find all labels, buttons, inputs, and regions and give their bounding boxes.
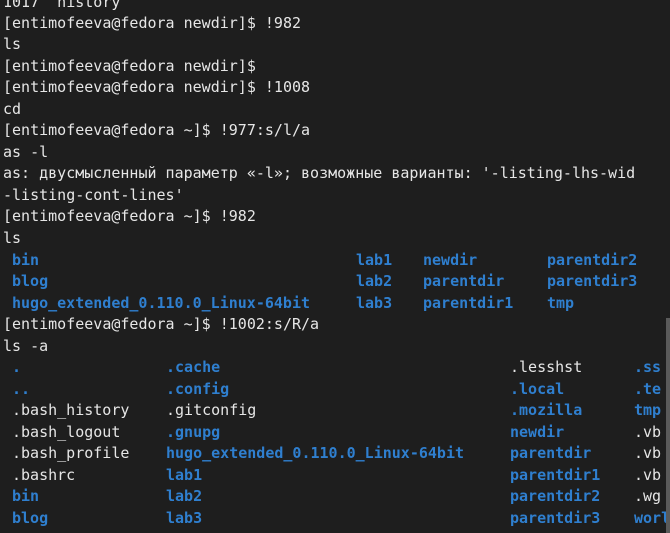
ls-a-entry: parentdir1 <box>510 466 601 484</box>
output-line: ls <box>3 229 22 247</box>
prompt-line: [entimofeeva@fedora newdir]$ !982 <box>3 13 301 34</box>
command: !977:s/l/a <box>219 121 311 139</box>
output-line: ls <box>3 35 22 53</box>
command: !982 <box>264 14 302 32</box>
ls-a-entry: newdir <box>510 423 565 441</box>
prompt: [entimofeeva@fedora newdir]$ <box>3 57 265 75</box>
ls-a-entry: .lesshst <box>510 358 583 376</box>
ls-entry: hugo_extended_0.110.0_Linux-64bit <box>12 294 311 312</box>
prompt: [entimofeeva@fedora ~]$ <box>3 315 220 333</box>
ls-a-entry: worl <box>634 509 670 527</box>
ls-a-entry: .mozilla <box>510 401 583 419</box>
prompt-line: [entimofeeva@fedora newdir]$ <box>3 56 265 77</box>
ls-a-entry: lab3 <box>166 509 203 527</box>
ls-entry: parentdir2 <box>547 251 638 269</box>
output-line: cd <box>3 100 22 118</box>
ls-entry: tmp <box>547 294 575 312</box>
ls-a-entry: .wg <box>634 487 662 505</box>
ls-entry: newdir <box>423 251 478 269</box>
ls-a-entry: .local <box>510 380 565 398</box>
ls-a-entry: .config <box>166 380 230 398</box>
prompt-line: [entimofeeva@fedora ~]$ !977:s/l/a <box>3 120 310 141</box>
ls-a-entry: .vb <box>634 423 662 441</box>
error-line: as: двусмысленный параметр «-l»; возможн… <box>3 164 636 182</box>
ls-a-entry: parentdir2 <box>510 487 601 505</box>
ls-entry: lab2 <box>356 272 393 290</box>
ls-entry: lab1 <box>356 251 393 269</box>
ls-entry: parentdir3 <box>547 272 638 290</box>
prompt-line: [entimofeeva@fedora newdir]$ !1008 <box>3 77 310 98</box>
ls-entry: parentdir1 <box>423 294 514 312</box>
scrollbar[interactable] <box>666 318 670 533</box>
ls-a-entry: .bashrc <box>12 466 76 484</box>
command: !1002:s/R/a <box>219 315 320 333</box>
prompt-line: [entimofeeva@fedora ~]$ !1002:s/R/a <box>3 314 319 335</box>
ls-a-entry: lab1 <box>166 466 203 484</box>
ls-a-entry: .bash_history <box>12 401 130 419</box>
output-line: as -l <box>3 143 49 161</box>
ls-a-entry: .te <box>634 380 662 398</box>
ls-entry: lab3 <box>356 294 393 312</box>
ls-entry: bin <box>12 251 40 269</box>
ls-a-entry: .vb <box>634 444 662 462</box>
prompt: [entimofeeva@fedora ~]$ <box>3 207 220 225</box>
terminal-window[interactable]: 1017 history [entimofeeva@fedora newdir]… <box>0 0 670 533</box>
ls-a-entry: blog <box>12 509 49 527</box>
error-line: -listing-cont-lines' <box>3 186 184 204</box>
command: !982 <box>219 207 256 225</box>
prompt: [entimofeeva@fedora newdir]$ <box>3 78 265 96</box>
ls-a-entry: .gitconfig <box>166 401 257 419</box>
ls-a-entry: parentdir3 <box>510 509 601 527</box>
ls-a-entry: .gnupg <box>166 423 221 441</box>
command: !1008 <box>264 78 311 96</box>
ls-a-entry: .bash_logout <box>12 423 121 441</box>
prompt-line: [entimofeeva@fedora ~]$ !982 <box>3 206 256 227</box>
ls-a-entry: . <box>12 358 22 376</box>
ls-a-entry: .bash_profile <box>12 444 130 462</box>
prompt: [entimofeeva@fedora ~]$ <box>3 121 220 139</box>
ls-a-entry: bin <box>12 487 40 505</box>
ls-a-entry: tmp <box>634 401 662 419</box>
ls-a-entry: .. <box>12 380 31 398</box>
ls-a-entry: lab2 <box>166 487 203 505</box>
ls-a-entry: .vb <box>634 466 662 484</box>
output-line: ls -a <box>3 337 49 355</box>
ls-a-entry: .ss <box>634 358 662 376</box>
prompt: [entimofeeva@fedora newdir]$ <box>3 14 265 32</box>
ls-a-entry: .cache <box>166 358 221 376</box>
ls-entry: blog <box>12 272 49 290</box>
ls-a-entry: hugo_extended_0.110.0_Linux-64bit <box>166 444 465 462</box>
ls-entry: parentdir <box>423 272 505 290</box>
history-line: 1017 history <box>3 0 121 11</box>
ls-a-entry: parentdir <box>510 444 592 462</box>
